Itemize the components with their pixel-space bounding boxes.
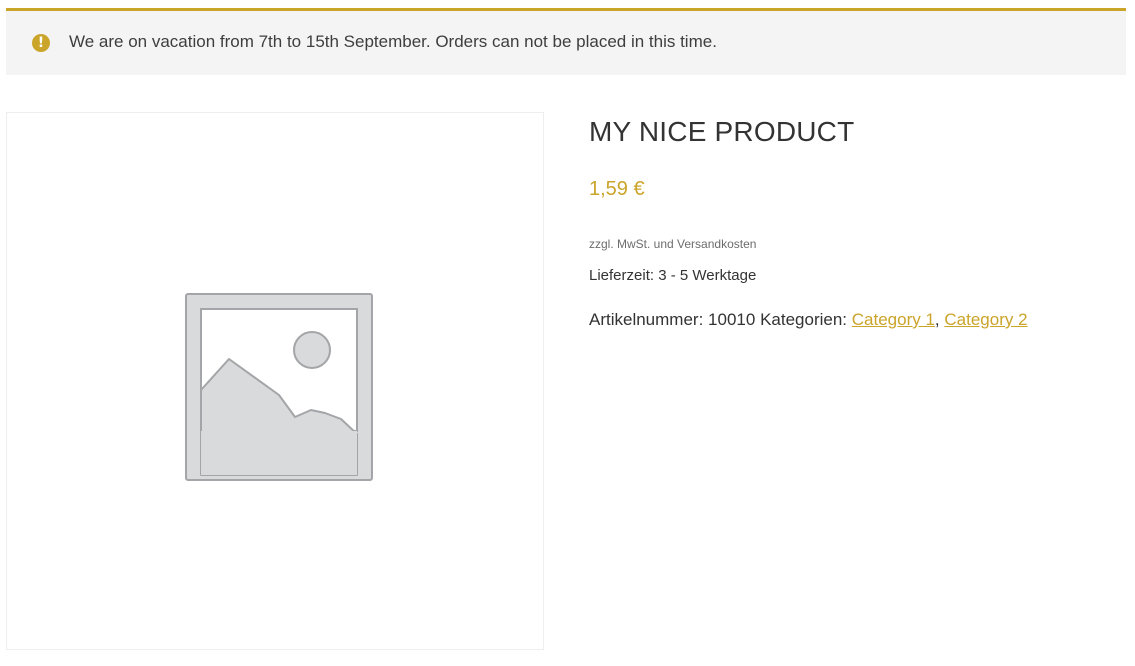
exclamation-circle-icon: ! <box>32 34 50 52</box>
delivery-value: 3 - 5 Werktage <box>658 267 757 284</box>
notice-text: We are on vacation from 7th to 15th Sept… <box>69 32 717 51</box>
product-price: 1,59 € <box>589 178 645 200</box>
image-placeholder-icon <box>185 293 373 481</box>
delivery-label: Lieferzeit: <box>589 267 655 284</box>
product-gallery[interactable] <box>6 112 544 650</box>
sku-value: 10010 <box>708 310 756 329</box>
product-title: MY NICE PRODUCT <box>589 116 855 147</box>
delivery-time: Lieferzeit: 3 - 5 Werktage <box>589 267 756 284</box>
category-separator: , <box>934 310 940 329</box>
category-link-2[interactable]: Category 2 <box>944 310 1027 329</box>
product-meta: Artikelnummer: 10010 Kategorien: Categor… <box>589 310 1028 330</box>
tax-note: zzgl. MwSt. und Versandkosten <box>589 237 757 251</box>
categories-label: Kategorien: <box>760 310 848 329</box>
sku-label: Artikelnummer: <box>589 310 704 329</box>
category-link-1[interactable]: Category 1 <box>852 310 935 329</box>
vacation-notice: ! We are on vacation from 7th to 15th Se… <box>6 8 1126 75</box>
